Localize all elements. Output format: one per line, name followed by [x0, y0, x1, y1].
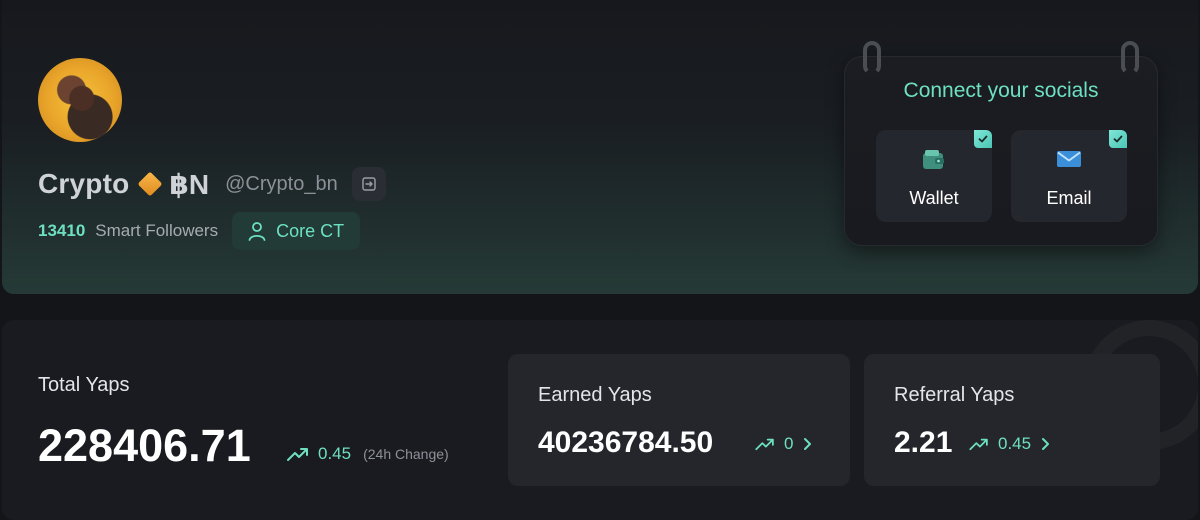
smart-followers-count: 13410 [38, 221, 86, 240]
profile-handle: @Crypto_bn [225, 172, 338, 195]
referral-yaps-change-value: 0.45 [998, 434, 1032, 453]
binder-ring-right [1121, 41, 1139, 75]
check-icon [1109, 130, 1127, 148]
chevron-right-icon [804, 438, 812, 450]
stats-card: Total Yaps 228406.71 0.45 (24h Change) E… [2, 320, 1198, 520]
smart-followers-label: Smart Followers [95, 221, 219, 240]
email-label: Email [1046, 188, 1092, 208]
email-icon [1057, 151, 1081, 167]
diamond-icon [137, 171, 163, 197]
binder-ring-left [863, 41, 881, 75]
referral-yaps-label: Referral Yaps [894, 384, 1015, 406]
profile-name-row: Crypto ฿N @Crypto_bn [38, 166, 386, 202]
avatar[interactable] [38, 58, 122, 142]
total-yaps-change-value: 0.45 [318, 444, 352, 463]
earned-yaps-label: Earned Yaps [538, 384, 652, 406]
trend-up-icon [969, 438, 988, 451]
display-name-ticker: ฿N [169, 168, 210, 200]
logout-button[interactable] [351, 167, 386, 201]
wallet-icon [923, 150, 944, 169]
total-yaps-change-note: (24h Change) [363, 446, 449, 462]
core-ct-label: Core CT [276, 220, 345, 241]
earned-yaps-change-link[interactable]: 0 [754, 434, 813, 454]
referral-yaps-change-link[interactable]: 0.45 [968, 434, 1051, 454]
referral-yaps-value: 2.21 [894, 426, 953, 459]
earned-yaps-change-value: 0 [784, 434, 794, 453]
logout-icon [362, 177, 376, 191]
connect-socials-title: Connect your socials [903, 79, 1099, 102]
trend-up-icon [755, 438, 774, 451]
chevron-right-icon [1042, 438, 1050, 450]
referral-yaps-box: Referral Yaps 2.21 0.45 [864, 354, 1160, 486]
email-tile[interactable]: Email [1011, 130, 1127, 222]
earned-yaps-value: 40236784.50 [538, 426, 714, 459]
connect-socials-card: Connect your socials Wallet Email [844, 41, 1158, 246]
user-icon [248, 222, 266, 241]
check-icon [974, 130, 992, 148]
wallet-label: Wallet [909, 188, 959, 208]
total-yaps-change: 0.45 (24h Change) [286, 444, 449, 464]
total-yaps-value: 228406.71 [38, 420, 251, 471]
display-name: Crypto [38, 168, 130, 199]
followers-row: 13410 Smart Followers Core CT [38, 212, 361, 250]
wallet-tile[interactable]: Wallet [876, 130, 992, 222]
core-ct-badge[interactable]: Core CT [232, 212, 361, 250]
trend-up-icon [287, 448, 308, 461]
total-yaps-label: Total Yaps [38, 374, 130, 396]
earned-yaps-box: Earned Yaps 40236784.50 0 [508, 354, 850, 486]
